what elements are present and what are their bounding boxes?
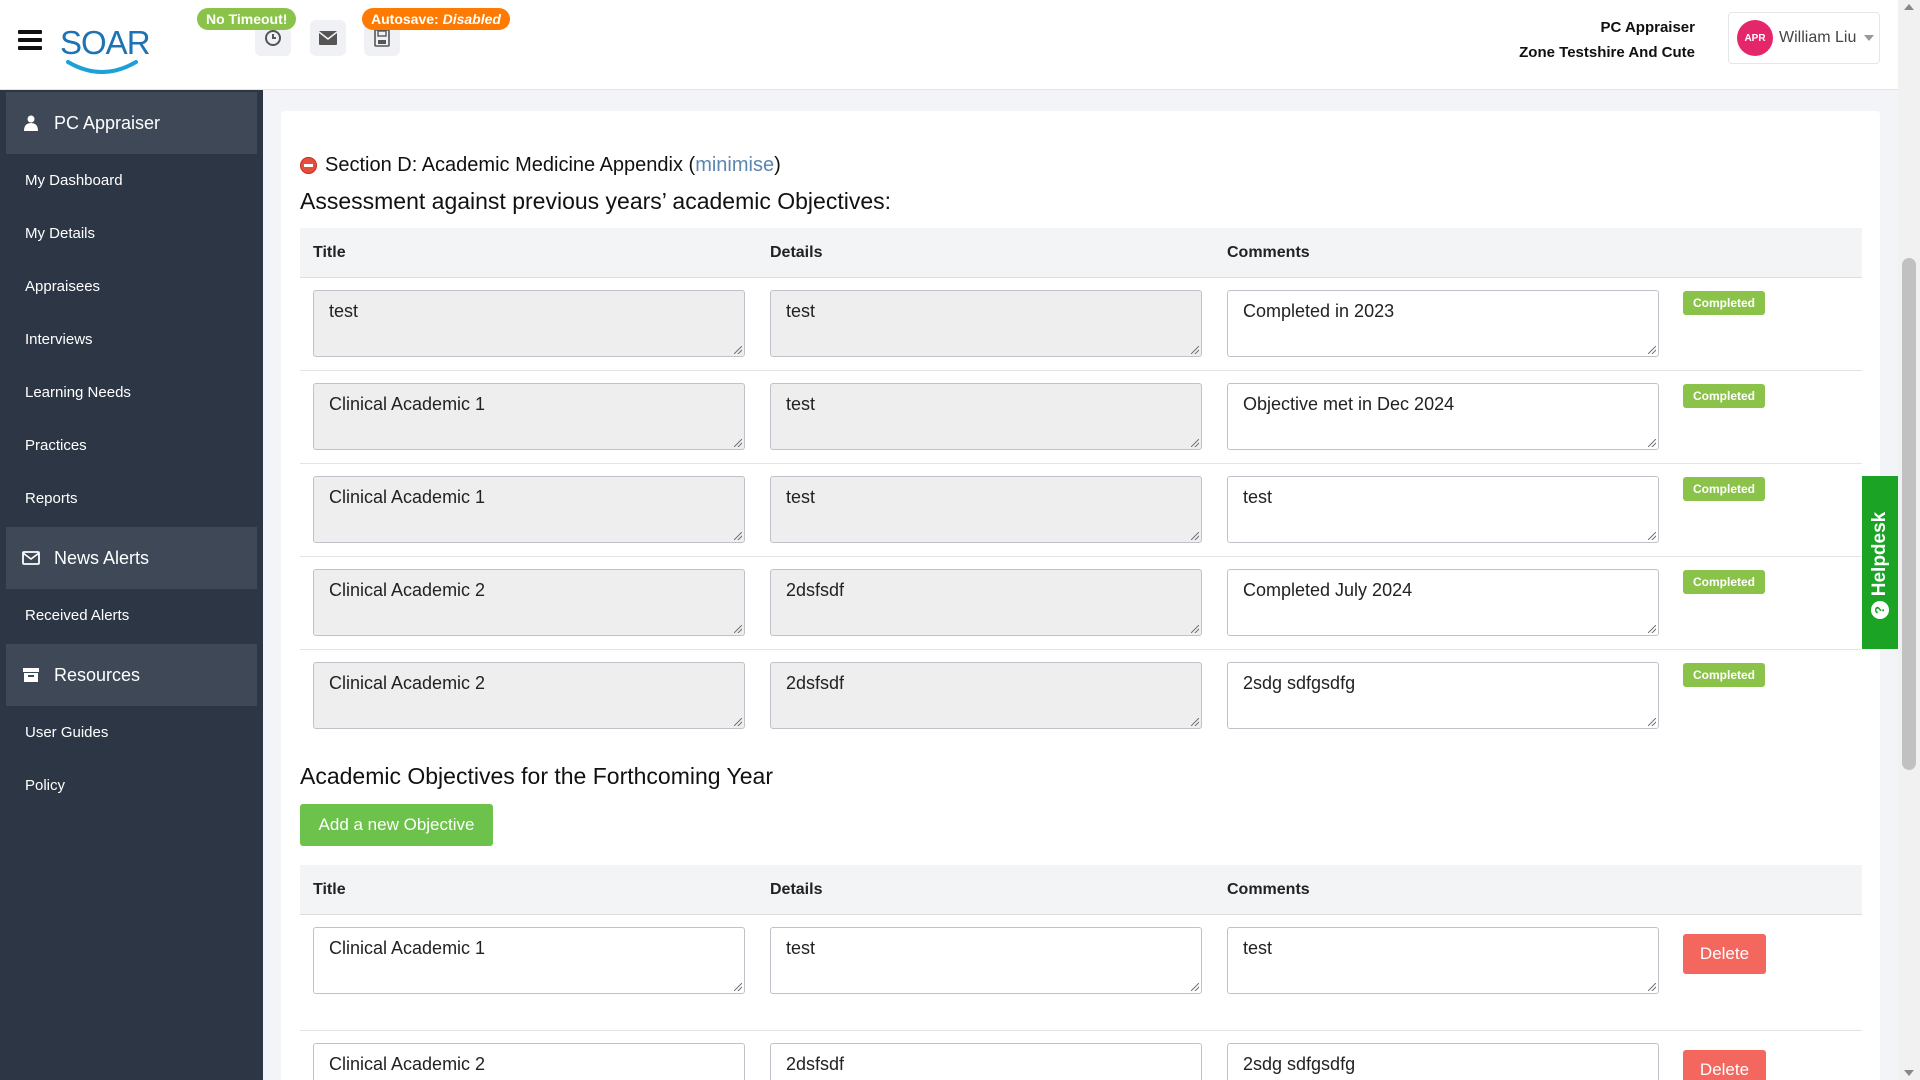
table-row: test test Completed in 2023 Completed [300,278,1862,371]
sidebar-section-label: News Alerts [54,547,150,568]
role-label: PC Appraiser [1600,19,1695,36]
details-field: 2dsfsdf [770,662,1202,729]
page-scrollbar[interactable] [1898,0,1920,1080]
comments-field[interactable]: 2sdg sdfgsdfg [1227,1043,1659,1080]
sidebar-section-label: Resources [54,664,141,685]
envelope-icon [20,551,42,565]
table-row: Clinical Academic 2 2dsfsdf 2sdg sdfgsdf… [300,1031,1862,1080]
title-field: Clinical Academic 1 [313,383,745,450]
sidebar: PC Appraiser My Dashboard My Details App… [0,90,263,1080]
details-field[interactable]: 2dsfsdf [770,1043,1202,1080]
table-row: Clinical Academic 2 2dsfsdf 2sdg sdfgsdf… [300,650,1862,743]
sidebar-item-learning-needs[interactable]: Learning Needs [0,366,263,419]
status-badge: Completed [1683,570,1766,594]
helpdesk-label: Helpdesk [1869,511,1890,597]
minus-circle-icon[interactable] [300,157,317,174]
details-field: 2dsfsdf [770,569,1202,636]
title-field: Clinical Academic 2 [313,569,745,636]
sidebar-section-pc-appraiser[interactable]: PC Appraiser [6,92,257,154]
status-badge: Completed [1683,384,1766,408]
details-field: test [770,290,1202,357]
details-field: test [770,476,1202,543]
details-field[interactable]: test [770,927,1202,994]
previous-table-header: Title Details Comments [300,228,1862,278]
role-info: PC Appraiser Zone Testshire And Cute [1519,15,1695,65]
zone-label: Zone Testshire And Cute [1519,44,1695,61]
title-field[interactable]: Clinical Academic 2 [313,1043,745,1080]
column-header-details: Details [770,881,823,898]
add-objective-button[interactable]: Add a new Objective [300,804,493,846]
no-timeout-badge: No Timeout! [197,8,297,30]
comments-field[interactable]: Completed in 2023 [1227,290,1659,357]
column-header-details: Details [770,244,823,261]
previous-objectives-heading: Assessment against previous years’ acade… [300,188,892,214]
comments-field[interactable]: Completed July 2024 [1227,569,1659,636]
sidebar-item-policy[interactable]: Policy [0,759,263,812]
table-row: Clinical Academic 1 test test Delete [300,915,1862,1031]
autosave-state: Disabled [442,11,501,27]
status-badge: Completed [1683,291,1766,315]
column-header-comments: Comments [1227,244,1310,261]
sidebar-item-reports[interactable]: Reports [0,472,263,525]
forthcoming-objectives-heading: Academic Objectives for the Forthcoming … [300,763,774,789]
comments-field[interactable]: 2sdg sdfgsdfg [1227,662,1659,729]
scroll-up-icon[interactable] [1904,4,1914,10]
forthcoming-table-header: Title Details Comments [300,865,1862,915]
title-field: test [313,290,745,357]
table-row: Clinical Academic 1 test test Completed [300,464,1862,557]
sidebar-item-user-guides[interactable]: User Guides [0,706,263,759]
sidebar-section-label: PC Appraiser [54,112,161,133]
archive-icon [20,667,42,683]
sidebar-item-received-alerts[interactable]: Received Alerts [0,589,263,642]
column-header-title: Title [313,881,346,898]
comments-field[interactable]: test [1227,476,1659,543]
scroll-down-icon[interactable] [1904,1070,1914,1076]
soar-logo[interactable]: SOAR [60,24,151,78]
helpdesk-tab[interactable]: Helpdesk ? [1862,476,1898,649]
section-title-close: ) [774,154,781,176]
title-field: Clinical Academic 2 [313,662,745,729]
chevron-down-icon [1864,35,1875,41]
details-field: test [770,383,1202,450]
delete-button[interactable]: Delete [1683,934,1766,974]
user-icon [20,115,42,131]
sidebar-item-my-dashboard[interactable]: My Dashboard [0,154,263,207]
delete-button[interactable]: Delete [1683,1050,1766,1080]
autosave-badge: Autosave: Disabled [362,8,510,30]
table-row: Clinical Academic 2 2dsfsdf Completed Ju… [300,557,1862,650]
comments-field[interactable]: test [1227,927,1659,994]
user-menu[interactable]: APR William Liu [1728,12,1880,64]
avatar: APR [1737,20,1773,56]
sidebar-item-interviews[interactable]: Interviews [0,313,263,366]
section-title-text: Section D: Academic Medicine Appendix ( [325,154,696,176]
menu-icon[interactable] [18,30,42,50]
question-circle-icon: ? [1871,601,1889,619]
status-badge: Completed [1683,477,1766,501]
section-title: Section D: Academic Medicine Appendix (m… [300,154,781,177]
scrollbar-thumb[interactable] [1902,258,1916,770]
sidebar-item-appraisees[interactable]: Appraisees [0,260,263,313]
column-header-comments: Comments [1227,881,1310,898]
column-header-title: Title [313,244,346,261]
sidebar-item-practices[interactable]: Practices [0,419,263,472]
status-badge: Completed [1683,663,1766,687]
user-name: William Liu [1779,29,1857,46]
sidebar-item-my-details[interactable]: My Details [0,207,263,260]
main-card: Section D: Academic Medicine Appendix (m… [281,111,1880,1080]
sidebar-section-news-alerts[interactable]: News Alerts [6,527,257,589]
title-field[interactable]: Clinical Academic 1 [313,927,745,994]
minimise-link[interactable]: minimise [695,154,774,177]
logo-swoosh [66,60,138,74]
top-header: SOAR No Timeout! Autosave: Disabled PC A… [0,0,1898,90]
mail-icon[interactable] [310,20,346,56]
title-field: Clinical Academic 1 [313,476,745,543]
autosave-prefix: Autosave: [371,11,439,27]
comments-field[interactable]: Objective met in Dec 2024 [1227,383,1659,450]
table-row: Clinical Academic 1 test Objective met i… [300,371,1862,464]
sidebar-section-resources[interactable]: Resources [6,644,257,706]
